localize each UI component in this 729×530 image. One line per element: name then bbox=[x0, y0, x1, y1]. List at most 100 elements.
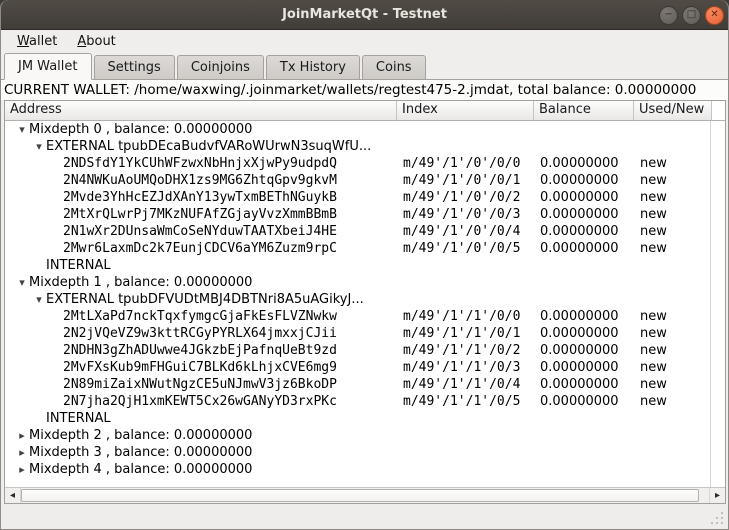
cell-used-new bbox=[634, 410, 712, 427]
cell-used-new: new bbox=[634, 376, 712, 393]
window-controls: − □ ✕ bbox=[659, 0, 724, 30]
expanded-branch-icon[interactable]: ▾ bbox=[32, 138, 46, 155]
cell-address: 2MvFXsKub9mFHGuiC7BLKd6kLhjxCVE6mg9 bbox=[5, 359, 397, 376]
minimize-icon[interactable]: − bbox=[659, 6, 678, 25]
tree-row[interactable]: 2Mwr6LaxmDc2k7EunjCDCV6aYM6Zuzm9rpCm/49'… bbox=[5, 240, 712, 257]
tree-row[interactable]: 2N89miZaixNWutNgzCE5uNJmwV3jz6BkoDPm/49'… bbox=[5, 376, 712, 393]
collapsed-branch-icon[interactable]: ▸ bbox=[15, 444, 29, 461]
tree-row[interactable]: ▾Mixdepth 1 , balance: 0.00000000 bbox=[5, 274, 712, 291]
cell-used-new bbox=[634, 461, 712, 478]
header-address[interactable]: Address bbox=[5, 101, 397, 121]
cell-address: ▸Mixdepth 3 , balance: 0.00000000 bbox=[5, 444, 397, 461]
tree-header: Address Index Balance Used/New bbox=[5, 101, 725, 121]
expanded-branch-icon[interactable]: ▾ bbox=[15, 121, 29, 138]
cell-index bbox=[397, 410, 534, 427]
cell-balance: 0.00000000 bbox=[534, 308, 634, 325]
tree-row[interactable]: 2NDSfdY1YkCUhWFzwxNbHnjxXjwPy9udpdQ m/49'… bbox=[5, 155, 712, 172]
cell-address: 2NDHN3gZhADUwwe4JGkzbEjPafnqUeBt9zd bbox=[5, 342, 397, 359]
group-label: Mixdepth 3 , balance: 0.00000000 bbox=[29, 444, 252, 461]
cell-used-new: new bbox=[634, 240, 712, 257]
group-label: EXTERNAL tpubDFVUDtMBJ4DBTNri8A5uAGikyJ.… bbox=[46, 291, 364, 308]
collapsed-branch-icon[interactable]: ▸ bbox=[15, 427, 29, 444]
cell-address: 2N7jha2QjH1xmKEWT5Cx26wGANyYD3rxPKc bbox=[5, 393, 397, 410]
collapsed-branch-icon[interactable]: ▸ bbox=[15, 461, 29, 478]
address-text: 2MtXrQLwrPj7MKzNUFAfZGjayVvzXmmBBmB bbox=[63, 206, 337, 223]
header-index[interactable]: Index bbox=[397, 101, 534, 121]
tree-row[interactable]: 2N7jha2QjH1xmKEWT5Cx26wGANyYD3rxPKcm/49'… bbox=[5, 393, 712, 410]
status-bar bbox=[1, 504, 728, 529]
cell-balance: 0.00000000 bbox=[534, 155, 634, 172]
cell-address: 2NDSfdY1YkCUhWFzwxNbHnjxXjwPy9udpdQ bbox=[5, 155, 397, 172]
scroll-left-icon[interactable]: ◂ bbox=[5, 488, 21, 503]
scrollbar-thumb[interactable] bbox=[21, 489, 699, 502]
group-label: EXTERNAL tpubDEcaBudvfVARoWUrwN3suqWfU..… bbox=[46, 138, 371, 155]
cell-index bbox=[397, 461, 534, 478]
address-text: 2N1wXr2DUnsaWmCoSeNYduwTAATXbeiJ4HE bbox=[63, 223, 337, 240]
cell-balance: 0.00000000 bbox=[534, 359, 634, 376]
cell-address: INTERNAL bbox=[5, 410, 397, 427]
expanded-branch-icon[interactable]: ▾ bbox=[32, 291, 46, 308]
cell-balance bbox=[534, 410, 634, 427]
cell-used-new bbox=[634, 121, 712, 138]
tree-row[interactable]: ▾Mixdepth 0 , balance: 0.00000000 bbox=[5, 121, 712, 138]
close-icon[interactable]: ✕ bbox=[705, 6, 724, 25]
cell-used-new bbox=[634, 427, 712, 444]
cell-used-new: new bbox=[634, 393, 712, 410]
cell-address: 2MtXrQLwrPj7MKzNUFAfZGjayVvzXmmBBmB bbox=[5, 206, 397, 223]
cell-balance bbox=[534, 427, 634, 444]
cell-used-new bbox=[634, 444, 712, 461]
cell-balance bbox=[534, 444, 634, 461]
tree-row[interactable]: ▸Mixdepth 4 , balance: 0.00000000 bbox=[5, 461, 712, 478]
tree-row[interactable]: 2MtXrQLwrPj7MKzNUFAfZGjayVvzXmmBBmBm/49'… bbox=[5, 206, 712, 223]
cell-used-new: new bbox=[634, 223, 712, 240]
tree-row[interactable]: INTERNAL bbox=[5, 410, 712, 427]
address-text: 2NDSfdY1YkCUhWFzwxNbHnjxXjwPy9udpdQ bbox=[63, 155, 337, 172]
tree-row[interactable]: ▸Mixdepth 2 , balance: 0.00000000 bbox=[5, 427, 712, 444]
cell-address: ▾EXTERNAL tpubDEcaBudvfVARoWUrwN3suqWfU.… bbox=[5, 138, 397, 155]
cell-index: m/49'/1'/1'/0/2 bbox=[397, 342, 534, 359]
expanded-branch-icon[interactable]: ▾ bbox=[15, 274, 29, 291]
scroll-right-icon[interactable]: ▸ bbox=[709, 488, 725, 503]
cell-index: m/49'/1'/1'/0/4 bbox=[397, 376, 534, 393]
tab-coins[interactable]: Coins bbox=[362, 55, 426, 79]
cell-address: 2N89miZaixNWutNgzCE5uNJmwV3jz6BkoDP bbox=[5, 376, 397, 393]
tree-row[interactable]: 2MtLXaPd7nckTqxfymgcGjaFkEsFLVZNwkwm/49'… bbox=[5, 308, 712, 325]
tree-row[interactable]: 2Mvde3YhHcEZJdXAnY13ywTxmBEThNGuykBm/49'… bbox=[5, 189, 712, 206]
menu-about-rest: bout bbox=[86, 34, 116, 49]
horizontal-scrollbar[interactable]: ◂ ▸ bbox=[5, 487, 725, 503]
tree-row[interactable]: ▾EXTERNAL tpubDFVUDtMBJ4DBTNri8A5uAGikyJ… bbox=[5, 291, 712, 308]
tree-row[interactable]: 2MvFXsKub9mFHGuiC7BLKd6kLhjxCVE6mg9m/49'… bbox=[5, 359, 712, 376]
tree-row[interactable]: INTERNAL bbox=[5, 257, 712, 274]
header-used-new[interactable]: Used/New bbox=[634, 101, 712, 121]
tab-tx-history[interactable]: Tx History bbox=[266, 55, 360, 79]
tab-jm-wallet[interactable]: JM Wallet bbox=[4, 53, 92, 80]
header-balance[interactable]: Balance bbox=[534, 101, 634, 121]
menu-wallet-accel: W bbox=[17, 34, 29, 49]
menu-about-accel: A bbox=[77, 34, 86, 49]
address-text: 2Mwr6LaxmDc2k7EunjCDCV6aYM6Zuzm9rpC bbox=[63, 240, 337, 257]
group-label: Mixdepth 2 , balance: 0.00000000 bbox=[29, 427, 252, 444]
tree-row[interactable]: ▾EXTERNAL tpubDEcaBudvfVARoWUrwN3suqWfU.… bbox=[5, 138, 712, 155]
tree-row[interactable]: 2N1wXr2DUnsaWmCoSeNYduwTAATXbeiJ4HEm/49'… bbox=[5, 223, 712, 240]
resize-grip[interactable] bbox=[711, 512, 723, 524]
menu-wallet[interactable]: Wallet bbox=[9, 32, 65, 51]
cell-balance: 0.00000000 bbox=[534, 342, 634, 359]
cell-used-new: new bbox=[634, 189, 712, 206]
tree-row[interactable]: ▸Mixdepth 3 , balance: 0.00000000 bbox=[5, 444, 712, 461]
tab-settings[interactable]: Settings bbox=[94, 55, 175, 79]
cell-address: 2N1wXr2DUnsaWmCoSeNYduwTAATXbeiJ4HE bbox=[5, 223, 397, 240]
cell-address: ▾Mixdepth 1 , balance: 0.00000000 bbox=[5, 274, 397, 291]
cell-address: ▾EXTERNAL tpubDFVUDtMBJ4DBTNri8A5uAGikyJ… bbox=[5, 291, 397, 308]
address-text: 2MvFXsKub9mFHGuiC7BLKd6kLhjxCVE6mg9 bbox=[63, 359, 337, 376]
cell-index: m/49'/1'/0'/0/0 bbox=[397, 155, 534, 172]
menu-about[interactable]: About bbox=[69, 32, 123, 51]
tab-coinjoins[interactable]: Coinjoins bbox=[177, 55, 264, 79]
tree-row[interactable]: 2N2jVQeVZ9w3kttRCGyPYRLX64jmxxjCJiim/49'… bbox=[5, 325, 712, 342]
group-label: Mixdepth 0 , balance: 0.00000000 bbox=[29, 121, 252, 138]
tree-row[interactable]: 2N4NWKuAoUMQoDHX1zs9MG6ZhtqGpv9gkvMm/49'… bbox=[5, 172, 712, 189]
address-text: 2N4NWKuAoUMQoDHX1zs9MG6ZhtqGpv9gkvM bbox=[63, 172, 337, 189]
cell-used-new bbox=[634, 291, 712, 308]
tab-bar: JM Wallet Settings Coinjoins Tx History … bbox=[1, 53, 728, 80]
tree-row[interactable]: 2NDHN3gZhADUwwe4JGkzbEjPafnqUeBt9zdm/49'… bbox=[5, 342, 712, 359]
maximize-icon[interactable]: □ bbox=[682, 6, 701, 25]
